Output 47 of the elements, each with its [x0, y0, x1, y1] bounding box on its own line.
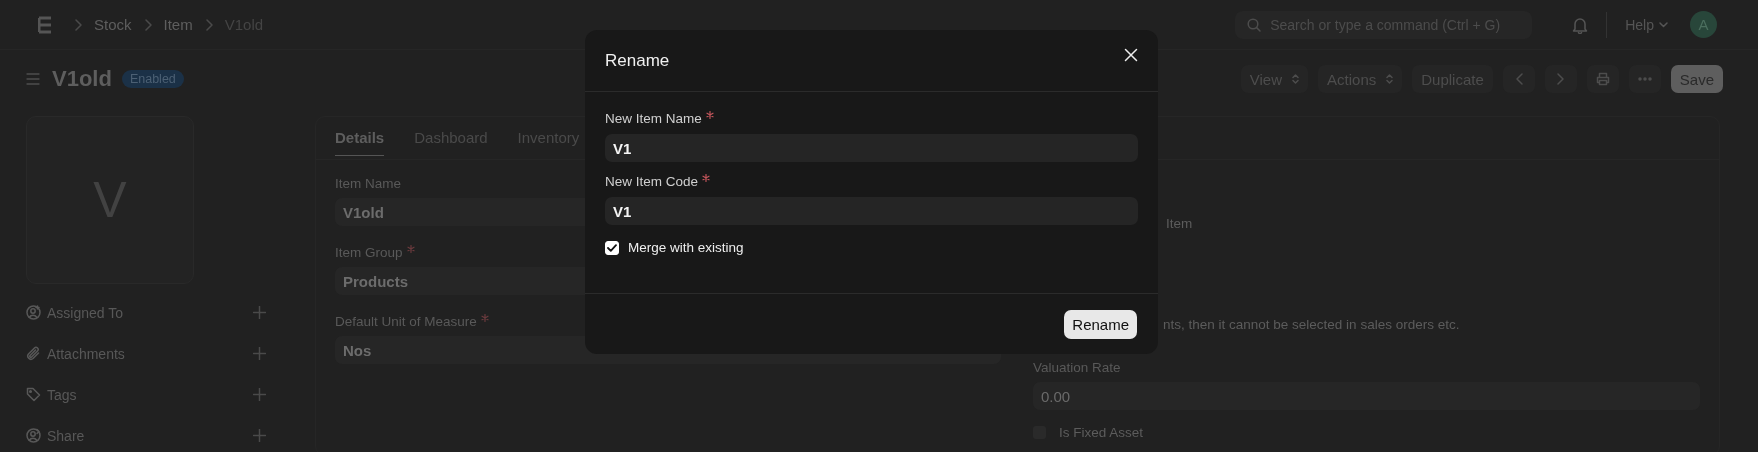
plus-icon: [253, 306, 266, 319]
up-down-caret-icon: [1292, 74, 1300, 84]
input-field[interactable]: V1: [605, 134, 1138, 162]
menu-icon: [26, 73, 40, 85]
field-label: Item Group: [335, 245, 415, 260]
chevron-right-icon: [204, 18, 213, 31]
plus-icon: [253, 429, 266, 442]
printer-icon: [1595, 72, 1610, 86]
checkmark-icon: [607, 243, 617, 252]
chevron-right-icon: [74, 18, 82, 31]
input-field[interactable]: 0.00: [1033, 382, 1700, 410]
tab[interactable]: Details: [335, 125, 385, 156]
chevron-right-icon: [143, 18, 152, 31]
close-button[interactable]: [1124, 47, 1138, 62]
chevron-left-icon: [1514, 73, 1523, 85]
field-label: Item Name: [335, 176, 402, 191]
logo-icon: [38, 15, 52, 34]
rename-button[interactable]: Rename: [1064, 309, 1137, 339]
print-button[interactable]: [1586, 65, 1619, 93]
checkbox-label: Item: [1166, 216, 1193, 231]
chevron-right-icon: [1556, 73, 1565, 85]
tag-icon: [26, 387, 41, 402]
dialog-title: Rename: [605, 50, 670, 71]
field-label: New Item Code: [605, 174, 1138, 189]
plus-icon: [253, 388, 266, 401]
field-label: New Item Name: [605, 111, 1138, 126]
checkbox[interactable]: [605, 240, 619, 255]
more-button[interactable]: [1628, 65, 1661, 93]
input-field[interactable]: V1: [605, 197, 1138, 225]
bell-icon: [1572, 15, 1589, 34]
user-plus-icon: [26, 305, 41, 320]
plus-icon: [253, 347, 266, 360]
up-down-caret-icon: [1386, 74, 1394, 84]
ellipsis-icon: [1637, 77, 1652, 81]
next-button[interactable]: [1544, 65, 1577, 93]
field-label: Valuation Rate: [1033, 360, 1121, 375]
user-share-icon: [26, 428, 41, 443]
breadcrumb-link[interactable]: Stock: [94, 16, 132, 33]
prev-button[interactable]: [1502, 65, 1535, 93]
search-icon: [1247, 17, 1262, 32]
field-label: Default Unit of Measure: [335, 314, 489, 329]
paperclip-icon: [26, 346, 41, 361]
chevron-down-icon: [1659, 21, 1668, 28]
breadcrumb-link[interactable]: Item: [163, 16, 193, 33]
checkbox-label: Merge with existing: [628, 240, 744, 255]
page-title: V1old: [52, 66, 112, 92]
close-icon: [1124, 47, 1138, 62]
